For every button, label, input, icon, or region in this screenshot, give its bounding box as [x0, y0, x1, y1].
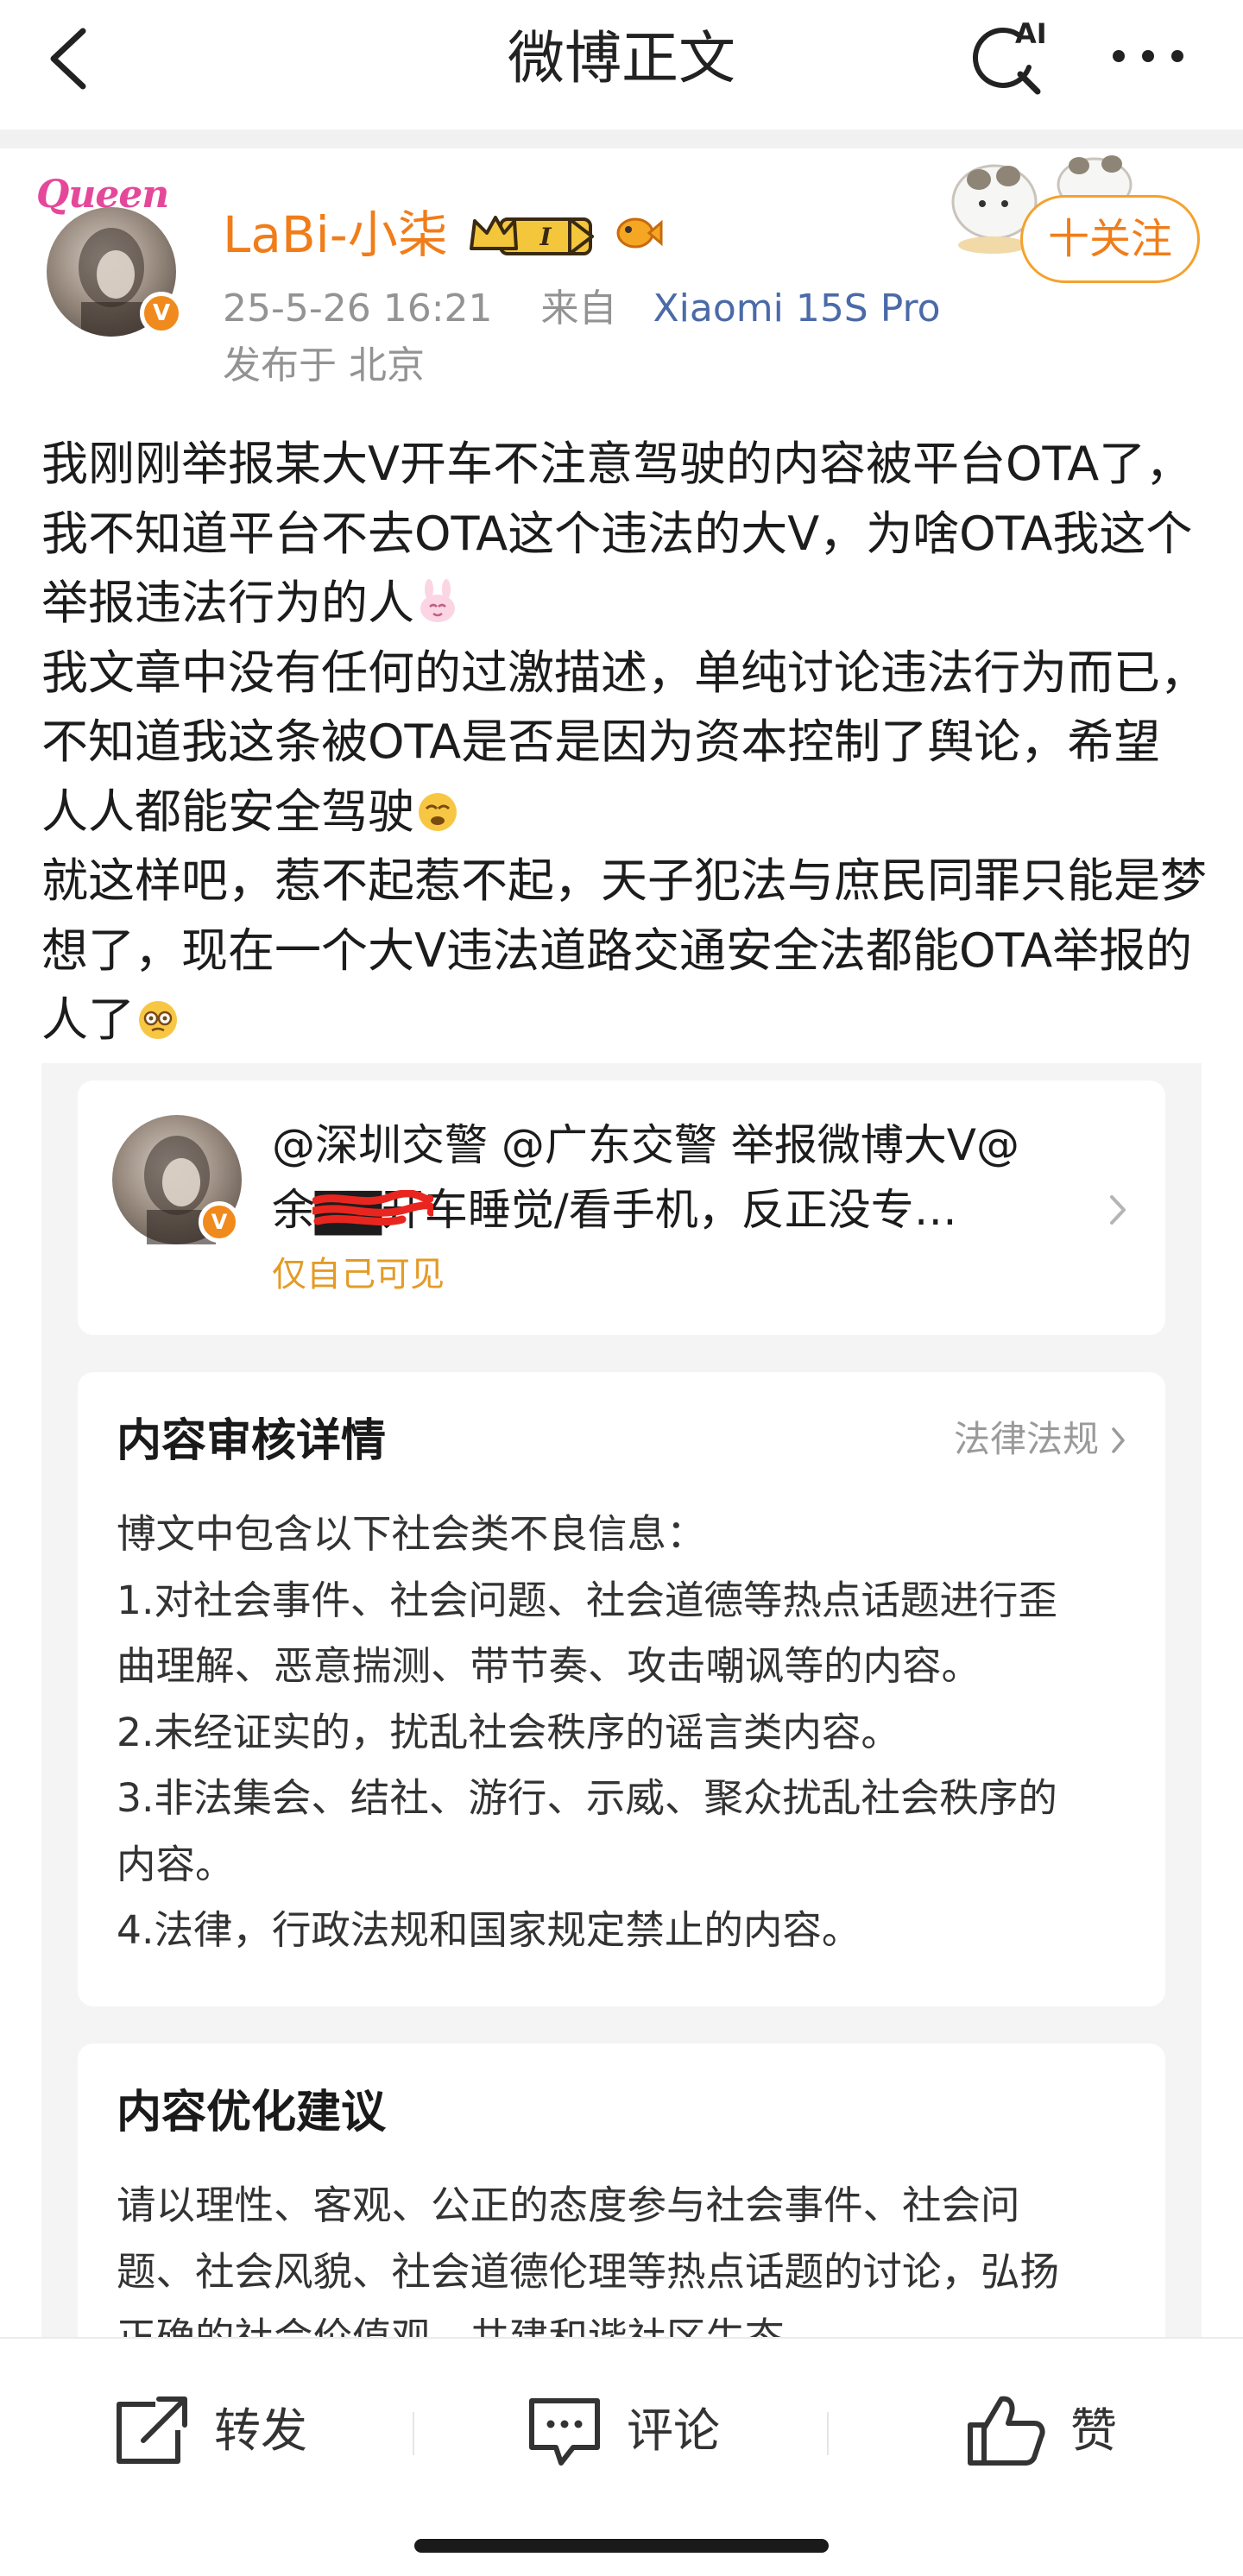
audit-line: 博文中包含以下社会类不良信息： — [117, 1511, 706, 1557]
suggestion-line: 请以理性、客观、公正的态度参与社会事件、社会问 — [117, 2182, 1020, 2228]
avatar-frame-tag: Queen — [36, 173, 169, 217]
redaction-scribble — [312, 1190, 433, 1226]
like-icon — [968, 2396, 1045, 2466]
device-name[interactable]: Xiaomi 15S Pro — [653, 287, 941, 331]
from-label: 来自 — [540, 287, 617, 331]
like-button[interactable]: 赞 — [965, 2392, 1138, 2470]
visibility-label: 仅自己可见 — [272, 1255, 445, 1294]
bunny-emoji-icon — [420, 579, 455, 622]
post-content: 我刚刚举报某大V开车不注意驾驶的内容被平台OTA了，我不知道平台不去OTA这个违… — [41, 430, 1207, 1055]
divider — [413, 2412, 414, 2455]
comment-button[interactable]: 评论 — [523, 2392, 748, 2470]
page-title: 微博正文 — [508, 25, 735, 91]
like-label: 赞 — [1070, 2403, 1117, 2458]
repost-button[interactable]: 转发 — [110, 2392, 335, 2470]
author-avatar-block[interactable]: Queen V — [36, 173, 187, 337]
audit-text: 博文中包含以下社会类不良信息： 1.对社会事件、社会问题、社会道德等热点话题进行… — [117, 1502, 1135, 1964]
svg-text:AI: AI — [1015, 17, 1047, 50]
post-location: 发布于 北京 — [223, 343, 425, 387]
repost-label: 转发 — [214, 2403, 307, 2458]
audit-line: 1.对社会事件、社会问题、社会道德等热点话题进行歪 — [117, 1577, 1057, 1623]
more-icon[interactable] — [1105, 35, 1191, 78]
referenced-post-card[interactable]: V @深圳交警 @广东交警 举报微博大V@ 余▇▇开车睡觉/看手机，反正没专… … — [78, 1080, 1165, 1335]
home-indicator[interactable] — [414, 2539, 829, 2553]
audit-line: 4.法律，行政法规和国家规定禁止的内容。 — [117, 1907, 861, 1953]
comment-icon — [529, 2398, 600, 2466]
fish-icon — [616, 217, 663, 249]
law-link[interactable]: 法律法规 — [954, 1415, 1099, 1464]
audit-line: 曲理解、恶意揣测、带节奏、攻击嘲讽等的内容。 — [117, 1643, 981, 1689]
audit-line: 3.非法集会、结社、游行、示威、聚众扰乱社会秩序的 — [117, 1775, 1057, 1821]
post-meta: 25-5-26 16:21 来自 Xiaomi 15S Pro — [223, 287, 941, 331]
chevron-right-icon[interactable] — [1109, 1424, 1128, 1457]
post-paragraph: 我文章中没有任何的过激描述，单纯讨论违法行为而已，不知道我这条被OTA是否是因为… — [41, 645, 1207, 839]
vip-level: I — [539, 223, 552, 251]
post-time: 25-5-26 16:21 — [223, 287, 493, 331]
divider — [827, 2412, 829, 2455]
referenced-post-text: @深圳交警 @广东交警 举报微博大V@ — [272, 1120, 1019, 1170]
audit-line: 内容。 — [117, 1841, 235, 1887]
audit-line: 2.未经证实的，扰乱社会秩序的谣言类内容。 — [117, 1709, 900, 1755]
suggestion-line: 题、社会风貌、社会道德伦理等热点话题的讨论，弘扬 — [117, 2248, 1060, 2295]
audit-details-card: 内容审核详情 法律法规 博文中包含以下社会类不良信息： 1.对社会事件、社会问题… — [78, 1372, 1165, 2006]
suggestion-title: 内容优化建议 — [117, 2087, 387, 2138]
post-paragraph: 我刚刚举报某大V开车不注意驾驶的内容被平台OTA了，我不知道平台不去OTA这个违… — [41, 437, 1193, 630]
pleading-emoji-icon — [419, 792, 457, 831]
dizzy-emoji-icon — [139, 1001, 177, 1039]
chevron-right-icon[interactable] — [1105, 1188, 1131, 1231]
author-name[interactable]: LaBi-小柒 — [223, 205, 448, 264]
audit-title: 内容审核详情 — [117, 1415, 387, 1467]
verified-icon: V — [140, 292, 183, 335]
verified-icon: V — [199, 1201, 240, 1243]
ai-search-icon[interactable]: AI — [967, 17, 1053, 99]
comment-label: 评论 — [627, 2403, 720, 2458]
repost-icon — [117, 2396, 187, 2464]
top-nav-bar: 微博正文 AI — [0, 0, 1243, 129]
vip-crown-icon: I — [470, 216, 594, 255]
follow-button[interactable]: 十关注 — [1020, 195, 1200, 283]
post-paragraph: 就这样吧，惹不起惹不起，天子犯法与庶民同罪只能是梦想了，现在一个大V违法道路交通… — [41, 853, 1207, 1047]
